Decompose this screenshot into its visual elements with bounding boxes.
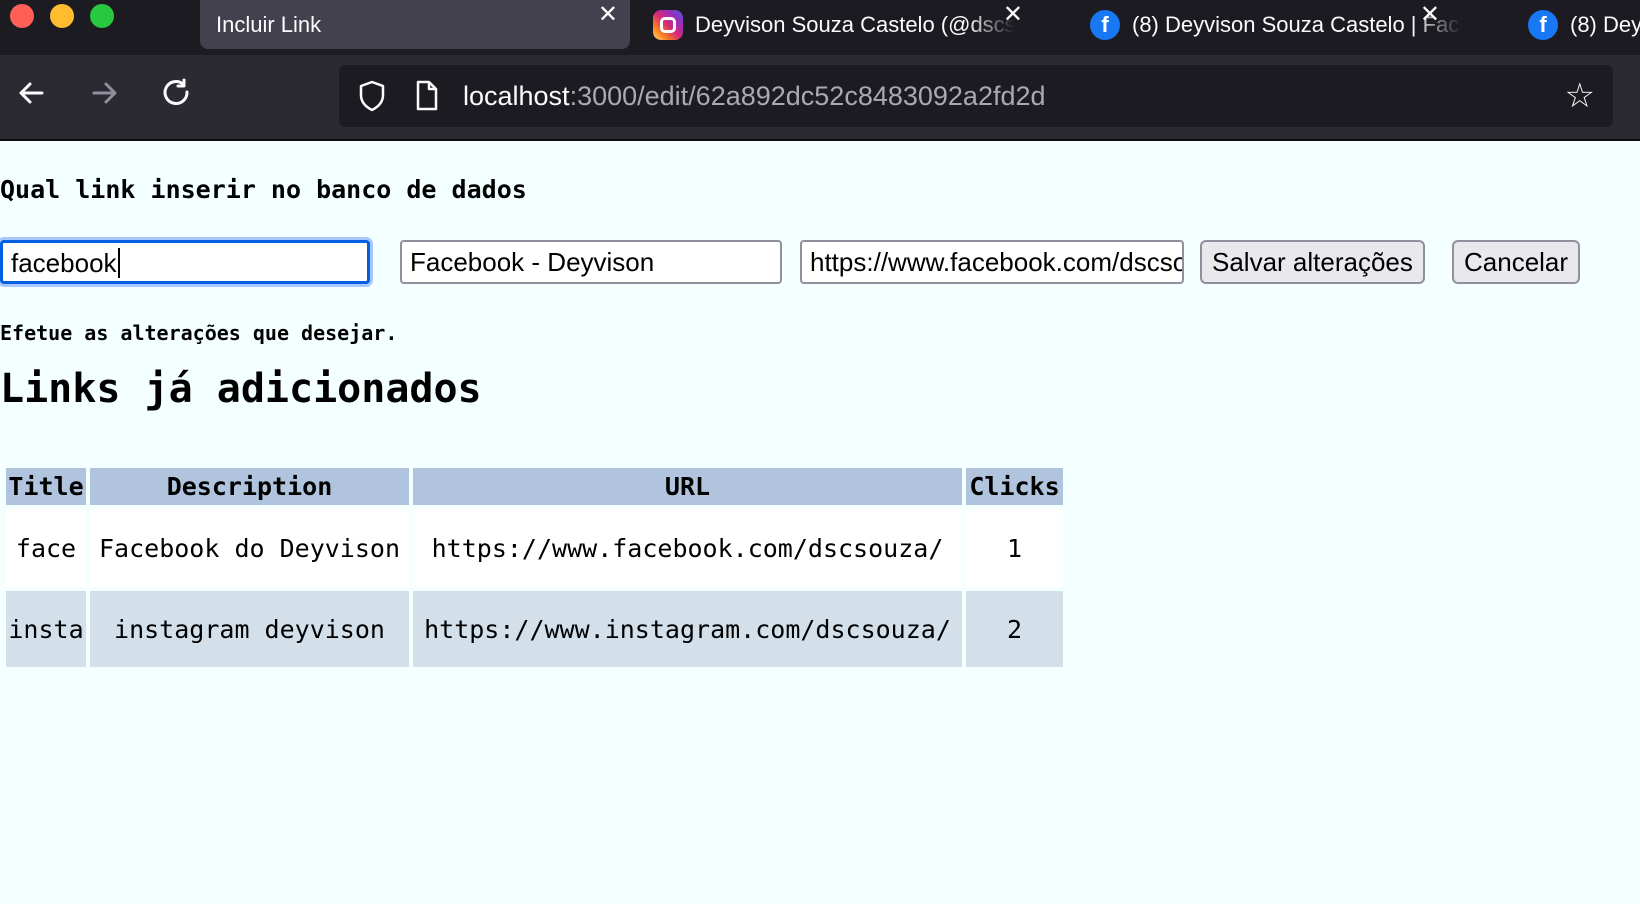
links-table: Title Description URL Clicks face Facebo… (2, 464, 1067, 671)
tab-instagram[interactable]: Deyvison Souza Castelo (@dscsouza) ✕ (653, 0, 1053, 49)
cell-url: https://www.instagram.com/dscsouza/ (413, 591, 962, 667)
column-header-clicks: Clicks (966, 468, 1063, 505)
form-heading: Qual link inserir no banco de dados (0, 175, 527, 204)
close-icon[interactable]: ✕ (598, 0, 618, 30)
bookmark-star-icon[interactable]: ☆ (1565, 77, 1595, 115)
url-text[interactable]: localhost:3000/edit/62a892dc52c8483092a2… (463, 65, 1046, 127)
title-input-value: facebook (11, 248, 117, 278)
title-input[interactable]: facebook (0, 240, 370, 284)
save-button[interactable]: Salvar alterações (1200, 240, 1425, 284)
cell-description: instagram deyvison (90, 591, 409, 667)
column-header-url: URL (413, 468, 962, 505)
cell-description: Facebook do Deyvison (90, 509, 409, 587)
status-message: Efetue as alterações que desejar. (0, 321, 398, 345)
reload-icon[interactable] (156, 73, 196, 113)
window-close-button[interactable] (10, 4, 34, 28)
cell-title: face (6, 509, 86, 587)
facebook-icon: f (1090, 9, 1120, 40)
tab-facebook-2[interactable]: f (8) Deyvison (1528, 0, 1640, 49)
column-header-title: Title (6, 468, 86, 505)
window-zoom-button[interactable] (90, 4, 114, 28)
cell-url: https://www.facebook.com/dscsouza/ (413, 509, 962, 587)
text-cursor (117, 248, 120, 278)
table-row: insta instagram deyvison https://www.ins… (6, 591, 1063, 667)
facebook-icon: f (1528, 9, 1558, 40)
tab-label: (8) Deyvison (1570, 11, 1640, 37)
tab-facebook[interactable]: f (8) Deyvison Souza Castelo | Facebook … (1090, 0, 1490, 49)
url-input[interactable]: https://www.facebook.com/dscsouza/ (800, 240, 1184, 284)
cell-clicks: 2 (966, 591, 1063, 667)
close-icon[interactable]: ✕ (1420, 0, 1440, 30)
shield-icon[interactable] (355, 79, 389, 113)
window-minimize-button[interactable] (50, 4, 74, 28)
links-heading: Links já adicionados (0, 366, 482, 412)
url-path: :3000/edit/62a892dc52c8483092a2fd2d (569, 81, 1046, 111)
instagram-icon (653, 9, 683, 40)
cell-clicks: 1 (966, 509, 1063, 587)
url-host: localhost (463, 81, 570, 111)
page-content: Qual link inserir no banco de dados face… (0, 141, 1640, 904)
tab-bar: Incluir Link ✕ Deyvison Souza Castelo (@… (0, 0, 1640, 55)
description-input[interactable]: Facebook - Deyvison (400, 240, 782, 284)
navigation-toolbar: localhost:3000/edit/62a892dc52c8483092a2… (0, 55, 1640, 141)
tab-label: Incluir Link (216, 11, 322, 37)
tab-label: Deyvison Souza Castelo (@dscsouza) (695, 11, 1015, 37)
cancel-button[interactable]: Cancelar (1452, 240, 1581, 284)
close-icon[interactable]: ✕ (1003, 0, 1023, 30)
back-arrow-icon[interactable] (12, 73, 52, 113)
cell-title: insta (6, 591, 86, 667)
page-icon[interactable] (409, 79, 443, 113)
table-row: face Facebook do Deyvison https://www.fa… (6, 509, 1063, 587)
tab-label: (8) Deyvison Souza Castelo | Facebook (1132, 11, 1462, 37)
forward-arrow-icon[interactable] (84, 73, 124, 113)
column-header-description: Description (90, 468, 409, 505)
tab-incluir-link[interactable]: Incluir Link ✕ (200, 0, 630, 49)
address-bar[interactable]: localhost:3000/edit/62a892dc52c8483092a2… (339, 65, 1613, 127)
